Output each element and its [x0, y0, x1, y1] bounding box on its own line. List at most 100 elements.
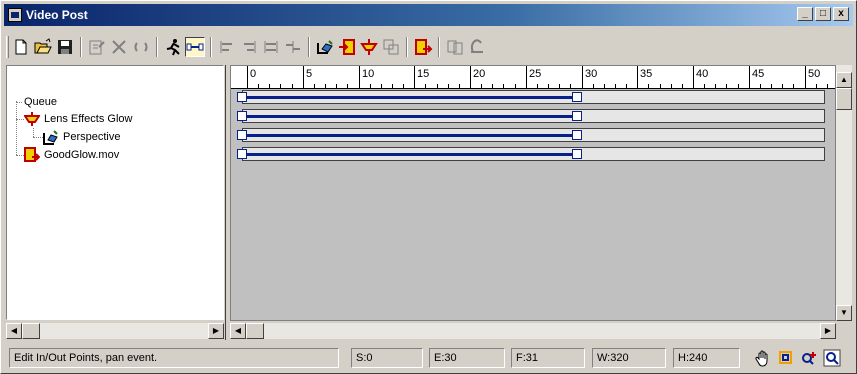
image-filter-event-icon [24, 112, 40, 126]
status-bar: Edit In/Out Points, pan event. S:0 E:30 … [6, 348, 853, 368]
delete-current-event-button[interactable] [109, 37, 129, 57]
add-image-filter-event-button[interactable] [359, 37, 379, 57]
range-bar[interactable] [241, 96, 576, 99]
range-out-point-handle[interactable] [572, 92, 582, 102]
range-in-point-handle[interactable] [237, 92, 247, 102]
window-controls: _ □ x [797, 7, 849, 21]
add-loop-event-button[interactable] [467, 37, 487, 57]
range-bar[interactable] [241, 134, 576, 137]
add-image-layer-event-button[interactable] [381, 37, 401, 57]
new-sequence-button[interactable] [11, 37, 31, 57]
ruler-label: 20 [473, 68, 485, 80]
tree-line [16, 102, 22, 103]
zoom-time-icon[interactable] [800, 349, 818, 367]
scroll-thumb[interactable] [836, 88, 852, 110]
queue-item-goodglow-mov[interactable]: GoodGlow.mov [44, 147, 119, 163]
toolbar-separator [156, 37, 158, 57]
track-horizontal-scrollbar[interactable]: ◀ ▶ [230, 323, 836, 339]
abut-selected-button[interactable] [283, 37, 303, 57]
toolbar-grip[interactable] [6, 36, 9, 58]
toolbar-separator [308, 37, 310, 57]
ruler-label: 0 [250, 68, 256, 80]
ruler-label: 40 [696, 68, 708, 80]
scroll-right-button[interactable]: ▶ [820, 323, 836, 339]
align-right-button[interactable] [239, 37, 259, 57]
align-left-icon [220, 41, 232, 53]
video-post-app-icon[interactable] [8, 8, 22, 22]
align-right-icon [244, 41, 256, 53]
add-image-output-event-button[interactable] [413, 37, 433, 57]
save-sequence-button[interactable] [55, 37, 75, 57]
open-sequence-icon [34, 38, 52, 54]
tree-line [16, 155, 24, 156]
add-image-layer-event-icon [383, 39, 399, 55]
new-sequence-icon [15, 39, 27, 55]
scroll-thumb[interactable] [22, 323, 40, 339]
range-in-point-handle[interactable] [237, 130, 247, 140]
queue-tree[interactable]: Queue Lens Effects Glow Perspective Good… [6, 65, 224, 320]
tree-line [16, 119, 24, 120]
status-start-frame: S:0 [351, 348, 423, 368]
add-scene-event-button[interactable] [315, 37, 335, 57]
edit-current-event-button[interactable] [87, 37, 107, 57]
zoom-region-icon[interactable] [823, 349, 841, 367]
event-track[interactable] [237, 90, 825, 104]
execute-sequence-button[interactable] [163, 37, 183, 57]
image-output-event-icon [24, 147, 40, 162]
close-button[interactable]: x [833, 7, 849, 21]
range-out-point-handle[interactable] [572, 130, 582, 140]
event-track-area[interactable]: 0 5 10 15 20 25 30 35 40 45 50 [230, 65, 836, 321]
range-out-point-handle[interactable] [572, 149, 582, 159]
ruler-label: 45 [752, 68, 764, 80]
ruler-label: 35 [640, 68, 652, 80]
ruler-label: 30 [585, 68, 597, 80]
swap-events-button[interactable] [131, 37, 151, 57]
add-image-input-event-icon [339, 39, 355, 55]
range-bar[interactable] [241, 153, 576, 156]
align-left-button[interactable] [217, 37, 237, 57]
scroll-right-button[interactable]: ▶ [208, 323, 224, 339]
add-image-filter-event-icon [360, 39, 378, 55]
queue-item-lens-effects-glow[interactable]: Lens Effects Glow [44, 111, 132, 127]
make-same-size-button[interactable] [261, 37, 281, 57]
window-title: Video Post [26, 8, 88, 22]
edit-range-bar-button[interactable] [185, 37, 205, 57]
open-sequence-button[interactable] [33, 37, 53, 57]
range-in-point-handle[interactable] [237, 149, 247, 159]
minimize-button[interactable]: _ [797, 7, 813, 21]
status-frame-count: F:31 [511, 348, 585, 368]
pane-splitter[interactable] [224, 65, 229, 340]
delete-current-event-icon [112, 40, 126, 54]
scroll-up-button[interactable]: ▲ [836, 72, 852, 88]
scroll-left-button[interactable]: ◀ [230, 323, 246, 339]
event-track[interactable] [237, 128, 825, 142]
edit-range-bar-icon [186, 43, 204, 51]
ruler-label: 15 [417, 68, 429, 80]
ruler-label: 50 [808, 68, 820, 80]
track-vertical-scrollbar[interactable]: ▲ ▼ [836, 65, 852, 321]
range-bar[interactable] [241, 115, 576, 118]
pan-hand-icon[interactable] [754, 349, 772, 367]
maximize-button[interactable]: □ [815, 7, 831, 21]
scroll-down-button[interactable]: ▼ [836, 305, 852, 321]
queue-item-perspective[interactable]: Perspective [63, 129, 120, 145]
scroll-thumb[interactable] [246, 323, 264, 339]
queue-horizontal-scrollbar[interactable]: ◀ ▶ [6, 323, 224, 339]
add-external-event-button[interactable] [445, 37, 465, 57]
zoom-extents-icon[interactable] [777, 349, 795, 367]
time-ruler: 0 5 10 15 20 25 30 35 40 45 50 [231, 66, 835, 89]
add-loop-event-icon [470, 39, 483, 53]
scroll-left-button[interactable]: ◀ [6, 323, 22, 339]
event-track[interactable] [237, 109, 825, 123]
toolbar-separator [80, 37, 82, 57]
range-in-point-handle[interactable] [237, 111, 247, 121]
abut-selected-icon [286, 41, 300, 53]
toolbar-separator [406, 37, 408, 57]
range-out-point-handle[interactable] [572, 111, 582, 121]
add-image-input-event-button[interactable] [337, 37, 357, 57]
title-bar[interactable]: Video Post _ □ x [4, 4, 853, 26]
tree-line [33, 137, 43, 138]
queue-root[interactable]: Queue [24, 94, 57, 110]
status-message: Edit In/Out Points, pan event. [9, 348, 339, 368]
event-track[interactable] [237, 147, 825, 161]
